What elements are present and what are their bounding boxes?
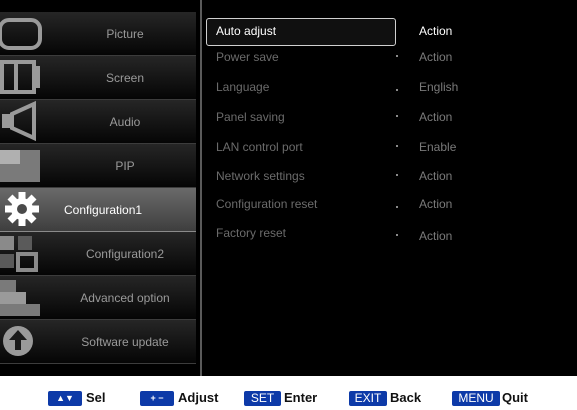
- setting-value[interactable]: English: [419, 72, 458, 102]
- separator-dot: [396, 174, 398, 176]
- setting-value[interactable]: Enable: [419, 132, 456, 162]
- setting-value[interactable]: Action: [419, 102, 452, 132]
- setting-value[interactable]: Action: [419, 42, 452, 72]
- setting-name: Network settings: [216, 169, 305, 183]
- nav-item-configuration1[interactable]: Configuration1: [0, 188, 196, 232]
- exit-key: EXIT: [349, 391, 387, 406]
- nav-item-audio[interactable]: Audio: [0, 100, 196, 144]
- up-down-key: ▲▼: [48, 391, 82, 406]
- nav-item-label: Software update: [81, 334, 169, 349]
- setting-name: Factory reset: [216, 226, 287, 240]
- nav-item-software-update[interactable]: Software update: [0, 320, 196, 364]
- setting-name: Configuration reset: [216, 197, 318, 211]
- setting-row-power-save[interactable]: Power save Action: [206, 42, 572, 72]
- settings-list: Auto adjust Action Power save Action Lan…: [202, 0, 577, 376]
- gear-icon: [0, 188, 48, 231]
- separator-dot: [396, 206, 398, 208]
- setting-row-configuration-reset[interactable]: Configuration reset Action: [206, 189, 572, 219]
- key-legend: ▲▼ Sel + − Adjust SET Enter EXIT Back ME…: [0, 376, 577, 410]
- setting-row-panel-saving[interactable]: Panel saving Action: [206, 102, 572, 132]
- separator-dot: [396, 115, 398, 117]
- separator-dot: [396, 234, 398, 236]
- setting-row-network-settings[interactable]: Network settings Action: [206, 161, 572, 191]
- setting-name: Language: [216, 80, 270, 94]
- menu-key: MENU: [452, 391, 500, 406]
- nav-item-label: Configuration2: [85, 246, 165, 261]
- nav-item-label: PIP: [115, 158, 135, 173]
- sel-label: Sel: [86, 390, 106, 405]
- screen-icon: [0, 56, 48, 99]
- setting-row-factory-reset[interactable]: Factory reset Action: [206, 218, 572, 248]
- nav-item-screen[interactable]: Screen: [0, 56, 196, 100]
- nav-item-label: Configuration1: [64, 202, 143, 217]
- setting-name: Power save: [216, 50, 279, 64]
- nav-item-label: Advanced option: [80, 290, 170, 305]
- plus-minus-key: + −: [140, 391, 174, 406]
- main-menu-nav: Picture Screen Audio PIP Configuration1 …: [0, 0, 200, 376]
- setting-name: Panel saving: [216, 110, 285, 124]
- set-key: SET: [244, 391, 281, 406]
- enter-label: Enter: [284, 390, 318, 405]
- separator-dot: [396, 145, 398, 147]
- separator-dot: [396, 55, 398, 57]
- quit-label: Quit: [502, 390, 528, 405]
- picture-icon: [0, 12, 48, 55]
- separator-dot: [396, 89, 398, 91]
- nav-item-label: Picture: [106, 26, 144, 41]
- nav-item-label: Audio: [109, 114, 141, 129]
- nav-item-configuration2[interactable]: Configuration2: [0, 232, 196, 276]
- nav-item-label: Screen: [105, 70, 145, 85]
- audio-icon: [0, 100, 48, 143]
- setting-name: LAN control port: [216, 140, 303, 154]
- setting-row-lan-control-port[interactable]: LAN control port Enable: [206, 132, 572, 162]
- osd-menu: Picture Screen Audio PIP Configuration1 …: [0, 0, 577, 376]
- setting-value[interactable]: Action: [419, 221, 452, 251]
- setting-row-language[interactable]: Language English: [206, 72, 572, 102]
- nav-item-advanced-option[interactable]: Advanced option: [0, 276, 196, 320]
- software-update-icon: [0, 320, 48, 363]
- nav-item-pip[interactable]: PIP: [0, 144, 196, 188]
- configuration2-icon: [0, 232, 48, 275]
- setting-value[interactable]: Action: [419, 189, 452, 219]
- advanced-option-icon: [0, 276, 48, 319]
- pip-icon: [0, 144, 48, 187]
- setting-value[interactable]: Action: [419, 161, 452, 191]
- adjust-label: Adjust: [178, 390, 219, 405]
- back-label: Back: [390, 390, 422, 405]
- nav-item-picture[interactable]: Picture: [0, 12, 196, 56]
